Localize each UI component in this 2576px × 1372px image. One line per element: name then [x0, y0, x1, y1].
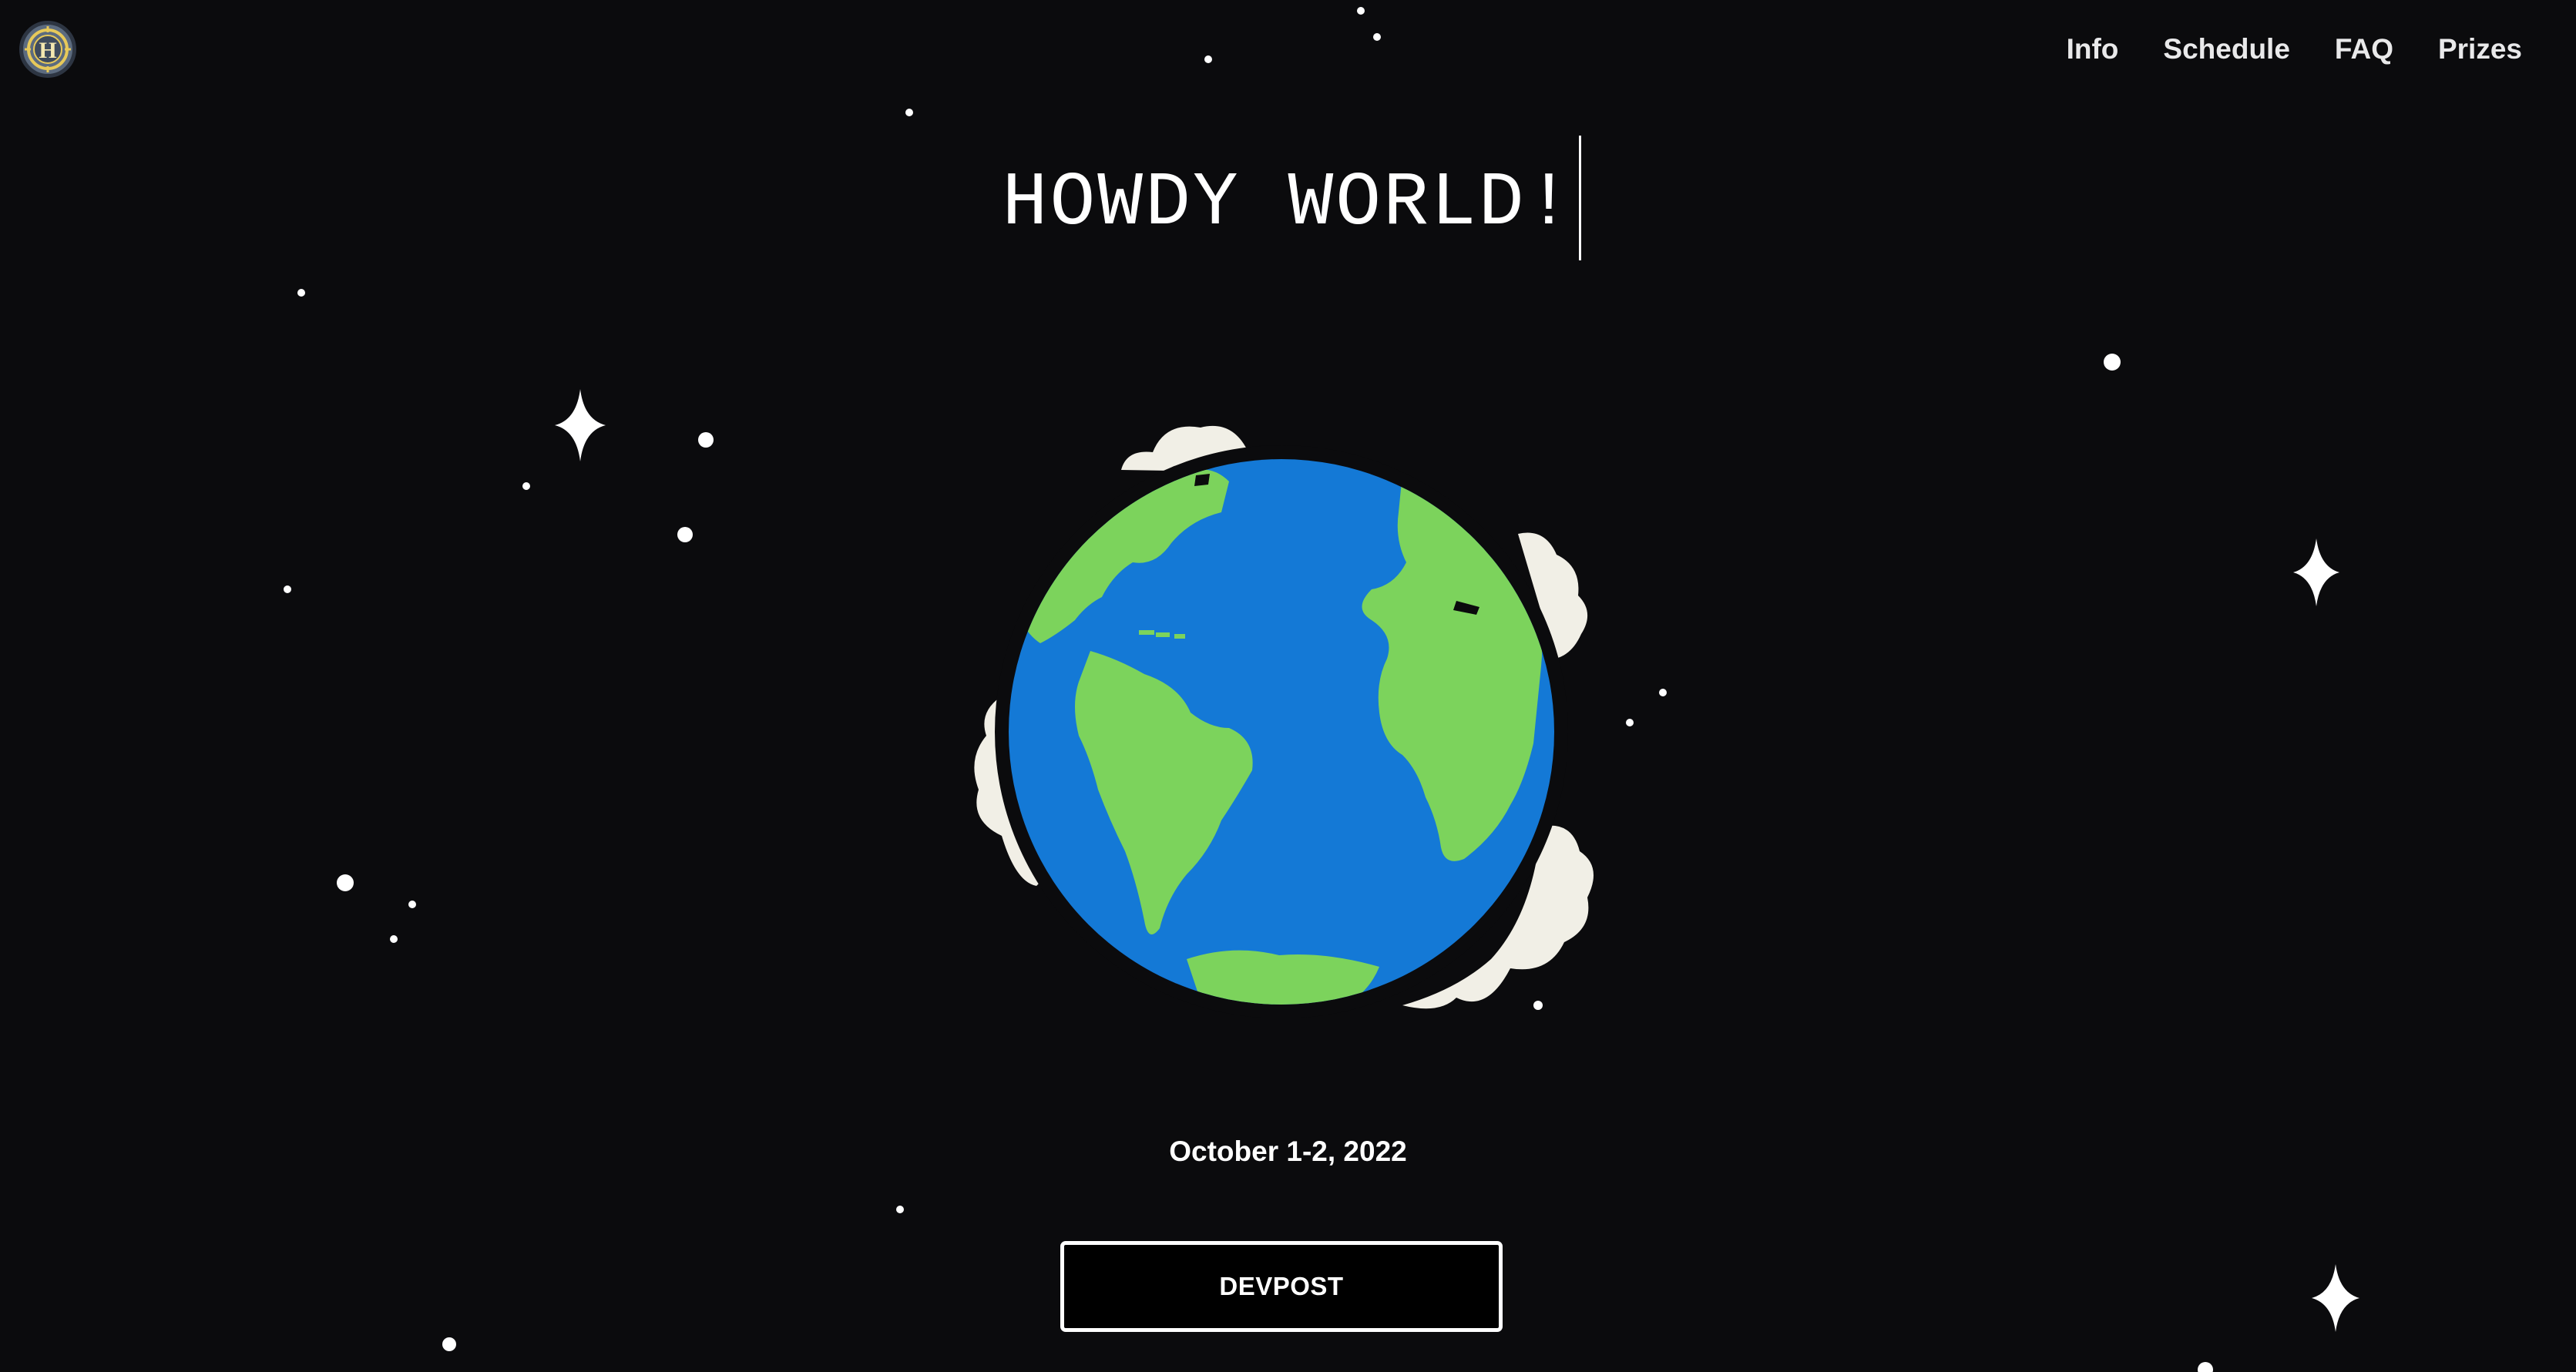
star-dot [677, 527, 693, 542]
star-dot [522, 482, 530, 490]
nav-link-info[interactable]: Info [2067, 33, 2119, 65]
typing-caret [1579, 136, 1581, 260]
sparkle-star [2312, 1264, 2359, 1332]
nav-link-schedule[interactable]: Schedule [2163, 33, 2290, 65]
star-dot [1204, 55, 1212, 63]
nav-link-prizes[interactable]: Prizes [2438, 33, 2522, 65]
logo-letter: H [39, 38, 56, 63]
star-dot [2198, 1362, 2213, 1372]
star-dot [2104, 354, 2121, 371]
top-nav: Info Schedule FAQ Prizes [2067, 28, 2522, 71]
star-dot [905, 109, 913, 116]
star-dot [337, 874, 354, 891]
star-dot [1659, 689, 1667, 696]
star-dot [1357, 7, 1365, 15]
star-dot [698, 432, 714, 448]
star-dot [390, 935, 398, 943]
star-dot [297, 289, 305, 297]
nav-link-faq[interactable]: FAQ [2335, 33, 2393, 65]
landing-page: H Info Schedule FAQ Prizes HOWDY WORLD! [0, 0, 2576, 1372]
event-date: October 1-2, 2022 [1169, 1136, 1407, 1167]
star-dot [896, 1206, 904, 1213]
star-dot [442, 1337, 456, 1351]
star-dot [408, 901, 416, 908]
star-dot [284, 585, 291, 593]
earth-globe-illustration [974, 425, 1594, 1018]
hackathon-logo[interactable]: H [19, 21, 76, 78]
sparkle-star [555, 389, 606, 461]
logo-emblem-icon: H [25, 26, 71, 72]
hero-title: HOWDY WORLD! [1002, 161, 1574, 247]
sparkle-star [2293, 538, 2339, 606]
star-dot [1626, 719, 1634, 726]
star-dot [1373, 33, 1381, 41]
devpost-button[interactable]: DEVPOST [1060, 1241, 1503, 1332]
